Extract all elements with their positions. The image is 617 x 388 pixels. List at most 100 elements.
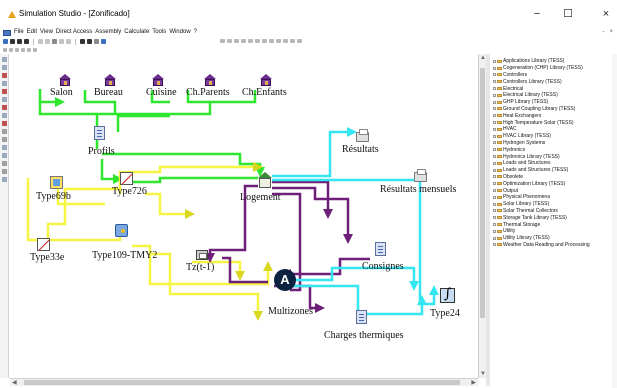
expand-icon[interactable] bbox=[493, 121, 496, 125]
zoom-icon[interactable] bbox=[94, 39, 99, 44]
mdi-minimize-button[interactable]: - bbox=[602, 29, 604, 35]
align-bottom-icon[interactable] bbox=[255, 39, 260, 43]
library-folder[interactable]: Solar Thermal Collectors bbox=[490, 208, 617, 215]
document-icon[interactable] bbox=[3, 29, 11, 36]
layer-tool-icon[interactable] bbox=[2, 177, 7, 182]
expand-icon[interactable] bbox=[493, 100, 496, 104]
menu-calculate[interactable]: Calculate bbox=[124, 28, 149, 37]
scroll-right-icon[interactable]: ▶ bbox=[471, 379, 476, 386]
menu-direct-access[interactable]: Direct Access bbox=[56, 28, 92, 37]
expand-icon[interactable] bbox=[493, 107, 496, 111]
canvas-horizontal-scrollbar[interactable]: ◀ ▶ bbox=[10, 378, 478, 386]
expand-icon[interactable] bbox=[493, 148, 496, 152]
hand-tool-icon[interactable] bbox=[2, 81, 7, 86]
library-scrollbar[interactable] bbox=[612, 54, 617, 388]
zoom-mode-icon[interactable] bbox=[33, 47, 37, 52]
expand-icon[interactable] bbox=[493, 93, 496, 97]
macro-mode-icon[interactable] bbox=[21, 47, 25, 52]
expand-icon[interactable] bbox=[493, 141, 496, 145]
library-folder[interactable]: Controllers Library (TESS) bbox=[490, 78, 617, 85]
menu-file[interactable]: File bbox=[14, 28, 24, 37]
library-folder[interactable]: Obsolete bbox=[490, 174, 617, 181]
menu-view[interactable]: View bbox=[40, 28, 53, 37]
library-folder[interactable]: Ground Coupling Library (TESS) bbox=[490, 106, 617, 113]
expand-icon[interactable] bbox=[493, 236, 496, 240]
brush-tool-icon[interactable] bbox=[2, 121, 7, 126]
library-folder[interactable]: HVAC bbox=[490, 126, 617, 133]
ellipse-tool-icon[interactable] bbox=[2, 113, 7, 118]
rectangle-tool-icon[interactable] bbox=[2, 97, 7, 102]
library-folder[interactable]: Electrical bbox=[490, 85, 617, 92]
align-center-icon[interactable] bbox=[227, 39, 232, 43]
grid-icon[interactable] bbox=[297, 39, 302, 43]
scroll-thumb[interactable] bbox=[480, 68, 485, 318]
menu-help[interactable]: ? bbox=[194, 28, 197, 37]
calculate-icon[interactable] bbox=[87, 39, 92, 44]
undo-icon[interactable] bbox=[59, 39, 64, 44]
paste-icon[interactable] bbox=[52, 39, 57, 44]
expand-icon[interactable] bbox=[493, 209, 496, 213]
expand-icon[interactable] bbox=[493, 175, 496, 179]
layer-mode-icon[interactable] bbox=[27, 47, 31, 52]
library-folder[interactable]: Hydrogen Systems bbox=[490, 140, 617, 147]
library-folder[interactable]: High Temperature Solar (TESS) bbox=[490, 119, 617, 126]
expand-icon[interactable] bbox=[493, 223, 496, 227]
fit-tool-icon[interactable] bbox=[2, 161, 7, 166]
line-tool-icon[interactable] bbox=[2, 89, 7, 94]
scroll-left-icon[interactable]: ◀ bbox=[12, 379, 17, 386]
text-tool-icon[interactable] bbox=[2, 129, 7, 134]
library-folder[interactable]: Weather Data Reading and Processing bbox=[490, 242, 617, 249]
cut-icon[interactable] bbox=[38, 39, 43, 44]
library-folder[interactable]: Solar Library (TESS) bbox=[490, 201, 617, 208]
assembly-a-badge[interactable]: A bbox=[274, 269, 296, 291]
expand-icon[interactable] bbox=[493, 66, 496, 70]
library-folder[interactable]: Controllers bbox=[490, 72, 617, 79]
same-width-icon[interactable] bbox=[276, 39, 281, 43]
library-folder[interactable]: Applications Library (TESS) bbox=[490, 58, 617, 65]
library-folder[interactable]: Loads and Structures bbox=[490, 160, 617, 167]
link-tool-icon[interactable] bbox=[2, 65, 7, 70]
zoom-in-tool-icon[interactable] bbox=[2, 145, 7, 150]
expand-icon[interactable] bbox=[493, 182, 496, 186]
expand-icon[interactable] bbox=[493, 114, 496, 118]
same-height-icon[interactable] bbox=[283, 39, 288, 43]
same-size-icon[interactable] bbox=[290, 39, 295, 43]
maximize-button[interactable]: ☐ bbox=[558, 6, 578, 22]
text-mode-icon[interactable] bbox=[15, 47, 19, 52]
library-folder[interactable]: Loads and Structures (TESS) bbox=[490, 167, 617, 174]
open-icon[interactable] bbox=[10, 39, 15, 44]
refresh-tool-icon[interactable] bbox=[2, 169, 7, 174]
library-folder[interactable]: Cogeneration (CHP) Library (TESS) bbox=[490, 65, 617, 72]
distribute-h-icon[interactable] bbox=[262, 39, 267, 43]
library-folder[interactable]: Hydronics Library (TESS) bbox=[490, 153, 617, 160]
library-folder[interactable]: HVAC Library (TESS) bbox=[490, 133, 617, 140]
expand-icon[interactable] bbox=[493, 155, 496, 159]
canvas-vertical-scrollbar[interactable]: ▲ ▼ bbox=[478, 54, 486, 378]
menu-edit[interactable]: Edit bbox=[27, 28, 37, 37]
expand-icon[interactable] bbox=[493, 195, 496, 199]
library-folder[interactable]: Thermal Storage bbox=[490, 221, 617, 228]
expand-icon[interactable] bbox=[493, 87, 496, 91]
align-left-icon[interactable] bbox=[220, 39, 225, 43]
assembly-canvas[interactable]: Salon Bureau Cuisine Ch.Parents Ch.Enfan… bbox=[10, 54, 478, 378]
expand-icon[interactable] bbox=[493, 80, 496, 84]
align-right-icon[interactable] bbox=[234, 39, 239, 43]
library-folder[interactable]: Storage Tank Library (TESS) bbox=[490, 214, 617, 221]
new-icon[interactable] bbox=[3, 39, 8, 44]
expand-icon[interactable] bbox=[493, 168, 496, 172]
expand-icon[interactable] bbox=[493, 134, 496, 138]
expand-icon[interactable] bbox=[493, 127, 496, 131]
image-tool-icon[interactable] bbox=[2, 137, 7, 142]
expand-icon[interactable] bbox=[493, 229, 496, 233]
expand-icon[interactable] bbox=[493, 59, 496, 63]
library-folder[interactable]: Physical Phenomena bbox=[490, 194, 617, 201]
menu-assembly[interactable]: Assembly bbox=[95, 28, 121, 37]
menu-tools[interactable]: Tools bbox=[152, 28, 166, 37]
library-folder[interactable]: Hydronics bbox=[490, 146, 617, 153]
distribute-v-icon[interactable] bbox=[269, 39, 274, 43]
library-folder[interactable]: Output bbox=[490, 187, 617, 194]
print-icon[interactable] bbox=[24, 39, 29, 44]
library-folder[interactable]: Utility Library (TESS) bbox=[490, 235, 617, 242]
library-folder[interactable]: GHP Library (TESS) bbox=[490, 99, 617, 106]
minimize-button[interactable]: − bbox=[527, 6, 547, 22]
